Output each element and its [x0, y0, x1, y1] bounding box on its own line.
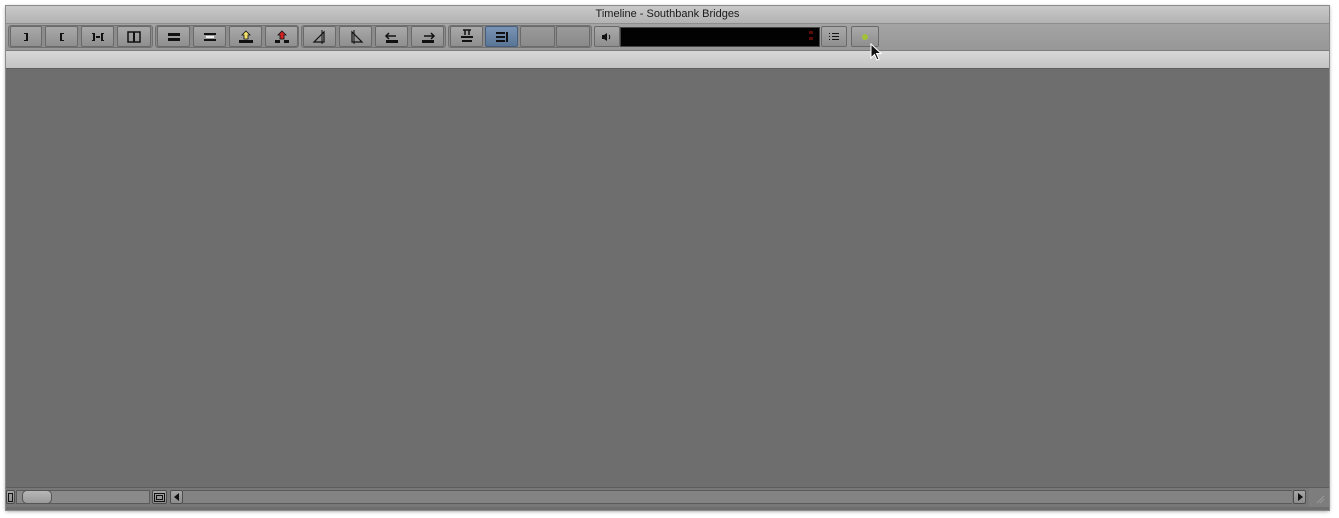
status-dot-icon	[862, 33, 868, 40]
mark-clip-icon	[127, 30, 141, 43]
timeline-scroll-bar	[6, 487, 1329, 507]
mark-in-out-icon	[91, 32, 104, 41]
mark-out-icon	[24, 32, 28, 41]
trim-single-roller-button[interactable]	[339, 26, 372, 47]
segment-lift-button[interactable]	[375, 26, 408, 47]
mark-out-button[interactable]	[10, 26, 42, 47]
overwrite-icon	[203, 32, 216, 41]
window-title: Timeline - Southbank Bridges	[595, 8, 740, 20]
timecode-ruler[interactable]	[6, 51, 1329, 69]
lift-icon	[238, 29, 253, 43]
mark-clip-button[interactable]	[117, 26, 151, 47]
timeline-view-icon	[495, 31, 508, 42]
extract-button[interactable]	[265, 26, 298, 47]
resize-grip-icon	[1316, 495, 1325, 504]
arrow-right-icon	[1297, 493, 1303, 501]
trim-single-roller-icon	[350, 29, 363, 44]
zoom-out-icon	[8, 492, 13, 502]
blank-button-2[interactable]	[556, 26, 590, 47]
mark-in-out-button[interactable]	[81, 26, 114, 47]
title-bar[interactable]: Timeline - Southbank Bridges	[6, 6, 1329, 24]
zoom-slider-thumb[interactable]	[22, 490, 52, 504]
extract-icon	[274, 29, 289, 43]
horizontal-scroll-track[interactable]	[183, 490, 1292, 504]
timeline-view-button[interactable]	[485, 26, 518, 47]
lift-button[interactable]	[229, 26, 262, 47]
arrow-left-icon	[173, 493, 179, 501]
mouse-cursor-icon	[870, 43, 882, 61]
zoom-min-button[interactable]	[6, 490, 15, 504]
resize-corner[interactable]	[1309, 488, 1329, 507]
scroll-right-button[interactable]	[1293, 490, 1306, 504]
segment-extract-icon	[421, 31, 435, 43]
top-icon	[460, 28, 473, 42]
timeline-track-area[interactable]	[6, 69, 1329, 487]
zoom-in-icon	[154, 492, 165, 502]
mark-in-button[interactable]	[45, 26, 78, 47]
trim-mode-icon	[312, 29, 325, 44]
splice-in-icon	[167, 32, 180, 41]
audio-monitor-button[interactable]	[594, 26, 620, 47]
timeline-toolbar	[6, 24, 1329, 51]
trim-mode-button[interactable]	[303, 26, 336, 47]
top-button[interactable]	[450, 26, 483, 47]
audio-meter	[620, 27, 820, 47]
meter-peak-indicator	[809, 31, 813, 43]
mark-in-icon	[59, 32, 64, 41]
splice-in-button[interactable]	[157, 26, 190, 47]
fast-menu-icon	[829, 32, 839, 40]
overwrite-button[interactable]	[193, 26, 226, 47]
segment-extract-button[interactable]	[411, 26, 444, 47]
blank-button-1[interactable]	[520, 26, 555, 47]
zoom-max-button[interactable]	[152, 490, 167, 504]
timeline-window: Timeline - Southbank Bridges	[6, 6, 1329, 510]
fast-menu-button[interactable]	[821, 26, 847, 47]
segment-lift-icon	[384, 31, 398, 43]
scroll-left-button[interactable]	[170, 490, 183, 504]
speaker-icon	[602, 32, 611, 41]
